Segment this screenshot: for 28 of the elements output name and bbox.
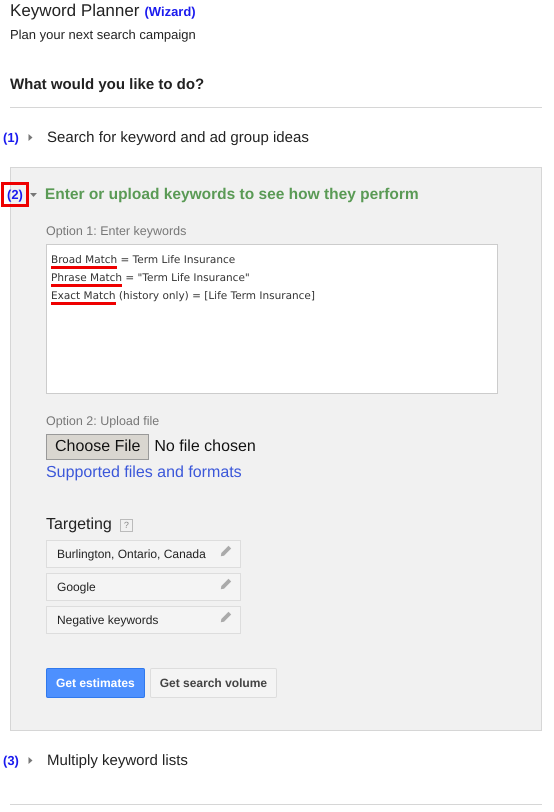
search-volume-button[interactable]: Get search volume <box>150 668 278 698</box>
choose-file-button[interactable]: Choose File <box>46 434 150 460</box>
expand-arrow-icon[interactable] <box>27 134 34 141</box>
expand-arrow-icon[interactable] <box>27 757 34 764</box>
targeting-label: Targeting <box>46 516 112 534</box>
wizard-label: (Wizard) <box>144 4 196 19</box>
page-title: Keyword Planner <box>10 1 140 21</box>
section-title[interactable]: Search for keyword and ad group ideas <box>47 129 309 146</box>
pencil-icon[interactable] <box>220 611 232 623</box>
keyword-line: Phrase Match = "Term Life Insurance" <box>51 269 493 287</box>
targeting-item[interactable]: Burlington, Ontario, Canada <box>46 540 241 568</box>
option-label: Option 2: Upload file <box>46 414 160 428</box>
pencil-icon[interactable] <box>220 545 232 557</box>
page-subtitle: Plan your next search campaign <box>10 27 197 42</box>
targeting-item[interactable]: Negative keywords <box>46 606 241 634</box>
keyword-line: Broad Match = Term Life Insurance <box>51 251 493 269</box>
option-label: Option 1: Enter keywords <box>46 224 188 238</box>
pencil-icon[interactable] <box>220 578 232 590</box>
formats-link[interactable]: Supported files and formats <box>46 464 541 482</box>
keyword-line: Exact Match (history only) = [Life Term Insurance] <box>51 287 493 305</box>
step-marker: (1) <box>2 130 20 145</box>
section-title[interactable]: Multiply keyword lists <box>47 752 188 769</box>
keywords-input[interactable]: Broad Match = Term Life Insurance Phrase Match = "Term Life Insurance" Exact Match (history only) = [Life Term Insurance] <box>46 244 498 394</box>
expand-arrow-icon[interactable] <box>30 191 37 198</box>
section-heading: What would you like to do? <box>10 76 206 93</box>
targeting-item[interactable]: Google <box>46 573 241 601</box>
file-status: No file chosen <box>154 438 256 456</box>
step-marker: (3) <box>2 753 20 768</box>
